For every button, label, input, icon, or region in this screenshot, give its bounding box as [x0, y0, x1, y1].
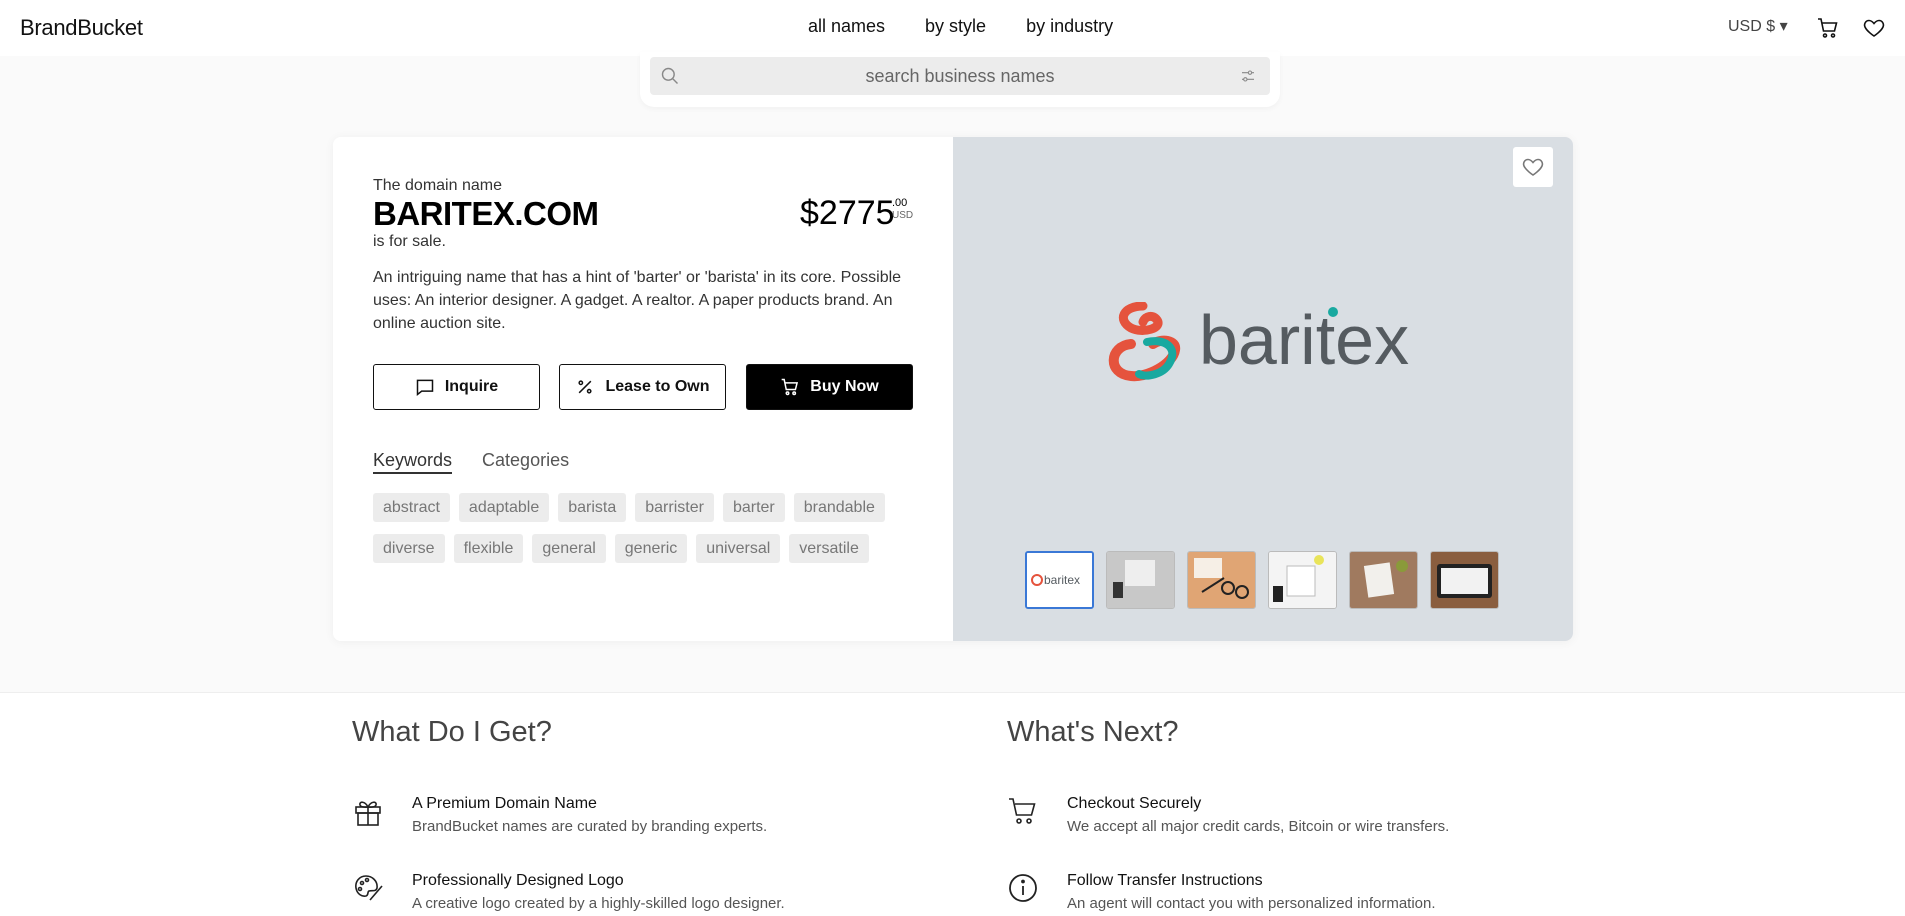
price: $2775	[800, 194, 895, 232]
search-input[interactable]	[690, 57, 1230, 95]
inquire-button[interactable]: Inquire	[373, 364, 540, 410]
thumbnail-strip: baritex	[1025, 551, 1499, 609]
keyword-chip[interactable]: barter	[722, 493, 785, 522]
domain-name: BARITEX.COM	[373, 195, 599, 232]
domain-post-label: is for sale.	[373, 233, 446, 250]
keyword-chip[interactable]: adaptable	[458, 493, 550, 522]
keyword-chip[interactable]: abstract	[373, 493, 450, 522]
nav-by-style[interactable]: by style	[925, 16, 986, 37]
lease-label: Lease to Own	[605, 378, 710, 395]
feature-title-domain: A Premium Domain Name	[412, 795, 597, 812]
keyword-chip[interactable]: barista	[558, 493, 627, 522]
lease-to-own-button[interactable]: Lease to Own	[559, 364, 726, 410]
brand-logo[interactable]: BrandBucket	[20, 15, 143, 41]
listing-details: The domain name BARITEX.COM is for sale.…	[333, 137, 953, 641]
feature-title-logo: Professionally Designed Logo	[412, 872, 624, 889]
currency-selector[interactable]: USD $ ▾	[1728, 16, 1788, 36]
price-cents: .00	[892, 197, 908, 209]
filter-sliders-icon[interactable]	[1240, 68, 1256, 84]
keyword-chip[interactable]: general	[532, 534, 606, 563]
top-bar: BrandBucket all names by style by indust…	[0, 0, 1905, 56]
cart-icon	[781, 378, 799, 396]
baritex-logo-text: baritex	[1199, 302, 1409, 379]
percent-icon	[578, 380, 593, 394]
domain-pre-label: The domain name	[373, 177, 502, 194]
price-currency: USD	[892, 210, 914, 221]
search-icon[interactable]	[660, 66, 680, 86]
thumbnail-desk-phone[interactable]	[1106, 551, 1175, 609]
logo-preview-panel: baritex baritex	[953, 137, 1573, 641]
cart-icon[interactable]	[1816, 16, 1840, 40]
info-section	[0, 693, 1905, 916]
inquire-label: Inquire	[444, 378, 499, 395]
tab-categories[interactable]: Categories	[482, 450, 569, 474]
step-title-transfer: Follow Transfer Instructions	[1067, 872, 1263, 889]
svg-text:baritex: baritex	[1044, 573, 1080, 587]
search-container	[640, 52, 1280, 107]
keyword-chip[interactable]: diverse	[373, 534, 445, 563]
feature-desc-domain: BrandBucket names are curated by brandin…	[412, 818, 768, 835]
keyword-chip[interactable]: brandable	[793, 493, 885, 522]
nav-all-names[interactable]: all names	[808, 16, 885, 37]
thumbnail-notebook-desk[interactable]	[1268, 551, 1337, 609]
keyword-chip[interactable]: barrister	[635, 493, 714, 522]
domain-listing-card: The domain name BARITEX.COM is for sale.…	[333, 137, 1573, 641]
cart-icon	[1009, 798, 1036, 824]
search-bar	[650, 57, 1270, 95]
keyword-tabs: Keywords Categories	[373, 450, 569, 474]
step-title-checkout: Checkout Securely	[1067, 795, 1202, 812]
tab-keywords[interactable]: Keywords	[373, 450, 453, 474]
step-desc-checkout: We accept all major credit cards, Bitcoi…	[1067, 818, 1450, 835]
thumbnail-logo[interactable]: baritex	[1025, 551, 1094, 609]
keyword-list: abstract adaptable barista barrister bar…	[373, 493, 913, 563]
palette-icon	[355, 875, 383, 901]
heart-icon	[1522, 158, 1544, 176]
favorite-button[interactable]	[1513, 147, 1553, 187]
thumbnail-tablet[interactable]	[1430, 551, 1499, 609]
main-nav: all names by style by industry	[808, 16, 1113, 37]
domain-description: An intriguing name that has a hint of 'b…	[373, 269, 902, 332]
baritex-logo: baritex	[1108, 302, 1409, 382]
what-do-i-get-title: What Do I Get?	[352, 716, 552, 748]
step-desc-transfer: An agent will contact you with personali…	[1067, 895, 1436, 912]
info-icon	[1009, 874, 1037, 902]
buy-now-button[interactable]: Buy Now	[746, 364, 913, 410]
keyword-chip[interactable]: generic	[614, 534, 688, 563]
nav-by-industry[interactable]: by industry	[1026, 16, 1113, 37]
keyword-chip[interactable]: universal	[696, 534, 781, 563]
keyword-chip[interactable]: flexible	[453, 534, 524, 563]
keyword-chip[interactable]: versatile	[789, 534, 869, 563]
gift-icon	[355, 801, 381, 826]
whats-next-title: What's Next?	[1007, 716, 1179, 748]
thumbnail-glasses-pen[interactable]	[1187, 551, 1256, 609]
chat-icon	[416, 379, 434, 397]
thumbnail-paper-cup[interactable]	[1349, 551, 1418, 609]
favorites-heart-icon[interactable]	[1862, 16, 1886, 40]
buy-now-label: Buy Now	[810, 378, 879, 395]
feature-desc-logo: A creative logo created by a highly-skil…	[412, 895, 785, 912]
